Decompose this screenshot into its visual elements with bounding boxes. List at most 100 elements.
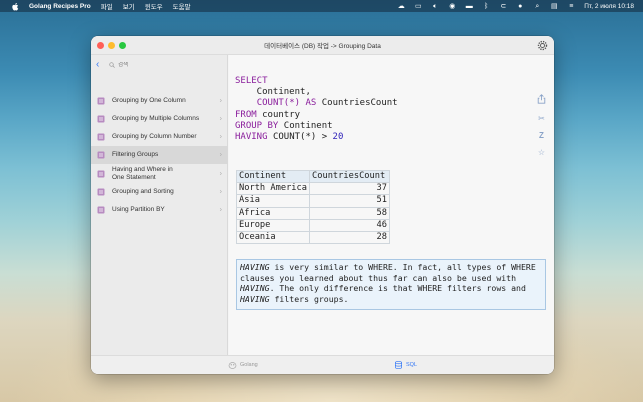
table-cell: 28 [309, 230, 390, 245]
code-table: country [262, 109, 301, 120]
flag-icon[interactable]: ▬ [465, 3, 473, 10]
bluetooth-icon[interactable]: ᛒ [482, 3, 490, 10]
menu-view[interactable]: 보기 [123, 1, 135, 11]
code-keyword: GROUP BY [235, 120, 279, 131]
volume-icon[interactable]: 🔈︎ [431, 3, 439, 10]
sidebar-item-grouping-one-column[interactable]: Grouping by One Column › [91, 92, 228, 110]
app-menu[interactable]: Golang Recipes Pro [29, 3, 91, 10]
table-cell: 58 [309, 206, 390, 220]
sidebar-item-label-line1: Having and Where in [112, 165, 173, 173]
sidebar-item-label: Grouping by Column Number [112, 133, 197, 140]
title-bar: 데이터베이스 (DB) 작업 -> Grouping Data [91, 36, 554, 55]
gopher-icon [228, 362, 237, 369]
link-icon[interactable]: ⊂ [499, 3, 507, 10]
explanation-note: HAVING is very similar to WHERE. In fact… [236, 259, 546, 310]
table-cell: 37 [309, 182, 390, 196]
sidebar-item-label: Grouping by One Column [112, 97, 186, 104]
zoom-button[interactable] [119, 42, 126, 49]
sidebar-item-grouping-column-number[interactable]: Grouping by Column Number › [91, 128, 228, 146]
code-keyword: SELECT [235, 76, 268, 86]
notification-icon[interactable]: ≡ [567, 3, 575, 10]
recipe-icon [97, 206, 105, 214]
table-row: Europe 46 [236, 218, 390, 232]
code-group-column: Continent [283, 120, 333, 131]
sidebar-item-grouping-multiple-columns[interactable]: Grouping by Multiple Columns › [91, 110, 228, 128]
share-icon[interactable] [536, 94, 547, 105]
recipe-content: SELECT Continent, COUNT(*) AS CountriesC… [229, 55, 554, 355]
sidebar-item-label: Using Partition BY [112, 206, 165, 213]
code-alias: CountriesCount [321, 98, 398, 109]
recipe-icon [97, 97, 105, 105]
back-chevron-icon[interactable]: ‹ [96, 60, 104, 70]
recipe-icon [97, 151, 105, 159]
cloud-icon[interactable]: ☁ [397, 3, 405, 10]
sidebar: ‹ Grouping by One Column › Grouping by M… [91, 55, 228, 355]
menu-help[interactable]: 도움말 [173, 1, 191, 11]
table-cell: Europe [236, 218, 310, 232]
recipe-icon [97, 188, 105, 196]
query-result-table: Continent CountriesCount North America 3… [236, 169, 390, 245]
sidebar-item-label-line2: One Statement [112, 173, 156, 181]
recipe-list: Grouping by One Column › Grouping by Mul… [91, 92, 228, 219]
database-icon [395, 361, 402, 369]
code-keyword: FROM [235, 109, 257, 120]
chevron-right-icon: › [219, 151, 222, 159]
sidebar-item-label: Grouping and Sorting [112, 188, 174, 195]
tab-label: Golang [240, 362, 258, 368]
recipe-icon [97, 170, 105, 177]
sidebar-item-partition-by[interactable]: Using Partition BY › [91, 201, 228, 219]
menu-window[interactable]: 윈도우 [145, 1, 163, 11]
chevron-right-icon: › [219, 170, 222, 177]
chevron-right-icon: › [219, 133, 222, 141]
window-title: 데이터베이스 (DB) 작업 -> Grouping Data [264, 43, 381, 50]
chevron-right-icon: › [219, 97, 222, 105]
search-field[interactable] [109, 59, 221, 70]
close-button[interactable] [97, 42, 104, 49]
table-row: Oceania 28 [236, 230, 390, 245]
apple-icon[interactable] [11, 2, 19, 10]
tab-sql[interactable]: SQL [394, 361, 417, 369]
table-cell: 51 [309, 194, 390, 208]
recipe-icon [97, 115, 105, 123]
code-line: Continent, [235, 87, 311, 98]
column-header: Continent [236, 169, 310, 184]
recipe-icon [97, 133, 105, 141]
sidebar-item-label: Grouping by Multiple Columns [112, 115, 200, 122]
scissors-icon[interactable]: ✂ [536, 113, 547, 124]
tab-golang[interactable]: Golang [228, 361, 258, 369]
side-toolbar: ✂ Z ☆ [536, 94, 548, 164]
vpn-icon[interactable]: ◉ [448, 3, 456, 10]
table-cell: 46 [309, 218, 390, 232]
sidebar-item-grouping-sorting[interactable]: Grouping and Sorting › [91, 183, 228, 201]
sql-code-block[interactable]: SELECT Continent, COUNT(*) AS CountriesC… [235, 76, 398, 143]
note-emphasis: HAVING [240, 262, 270, 272]
chevron-right-icon: › [219, 206, 222, 214]
code-keyword: AS [305, 98, 317, 109]
sidebar-item-label: Filtering Groups [112, 151, 159, 158]
minimize-button[interactable] [108, 42, 115, 49]
menu-bar: Golang Recipes Pro 파일 보기 윈도우 도움말 ☁ ▭ 🔈︎ … [0, 0, 643, 12]
search-input[interactable] [118, 61, 208, 68]
search-icon [109, 61, 115, 68]
sort-z-icon[interactable]: Z [536, 130, 547, 141]
tab-label: SQL [406, 362, 418, 368]
chevron-right-icon: › [219, 115, 222, 123]
user-icon[interactable]: ● [516, 3, 524, 10]
code-having-expression: COUNT(*) > [272, 132, 328, 143]
menu-file[interactable]: 파일 [101, 1, 113, 11]
menubar-clock[interactable]: Пт, 2 июля 10:18 [584, 3, 634, 10]
settings-gear-icon[interactable] [537, 40, 548, 51]
spotlight-icon[interactable]: ⌕ [533, 3, 541, 10]
control-center-icon[interactable]: ▤ [550, 3, 558, 10]
code-number: 20 [332, 132, 344, 143]
app-window: 데이터베이스 (DB) 작업 -> Grouping Data ‹ Groupi… [91, 36, 554, 374]
sidebar-item-label: Having and Where in One Statement [112, 166, 173, 182]
code-keyword: HAVING [235, 132, 268, 143]
sidebar-item-filtering-groups[interactable]: Filtering Groups › [91, 146, 228, 164]
table-row: Africa 58 [236, 206, 390, 220]
sidebar-item-having-and-where[interactable]: Having and Where in One Statement › [91, 164, 228, 183]
note-emphasis: HAVING [240, 283, 270, 293]
star-icon[interactable]: ☆ [536, 147, 547, 158]
chat-icon[interactable]: ▭ [414, 3, 422, 10]
table-cell: Oceania [236, 230, 310, 245]
